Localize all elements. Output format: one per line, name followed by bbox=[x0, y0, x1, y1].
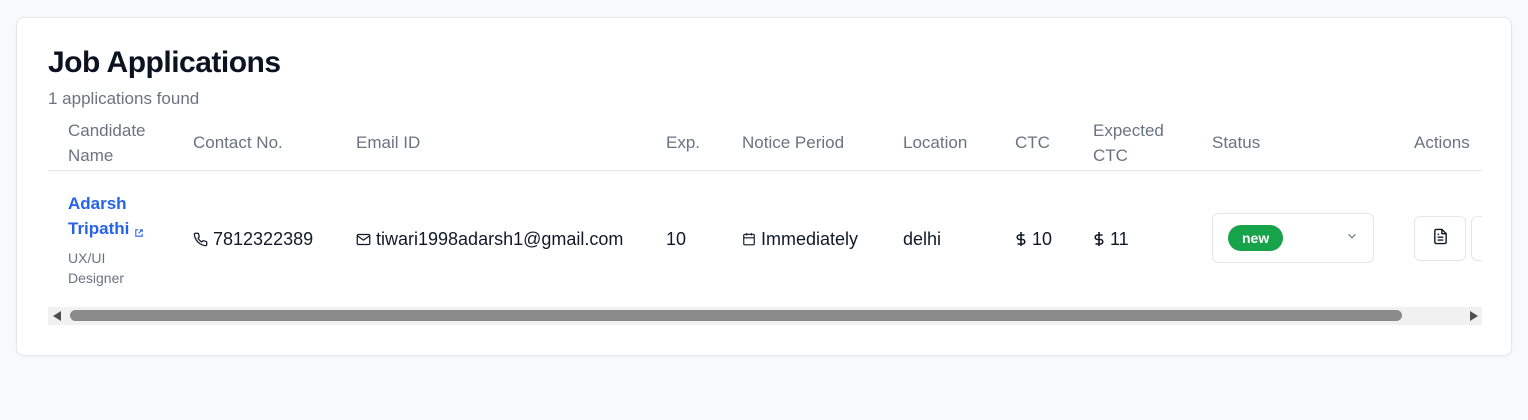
candidate-cell: Adarsh Tripathi UX/UI Designer bbox=[68, 191, 178, 288]
candidate-name-link[interactable]: Adarsh Tripathi bbox=[68, 194, 129, 238]
ctc-value: 10 bbox=[1032, 228, 1053, 249]
document-icon bbox=[1432, 228, 1449, 250]
page-title: Job Applications bbox=[48, 46, 281, 79]
header-status: Status bbox=[1212, 133, 1261, 152]
applications-table: Candidate Name Contact No. Email ID Exp.… bbox=[48, 114, 1482, 310]
chevron-down-icon bbox=[1345, 229, 1359, 248]
status-select[interactable]: new bbox=[1212, 213, 1374, 263]
notice-cell: Immediately bbox=[742, 171, 858, 307]
table-header: Candidate Name Contact No. Email ID Exp.… bbox=[48, 114, 1482, 171]
mail-icon bbox=[356, 232, 371, 247]
dollar-icon bbox=[1015, 231, 1027, 247]
header-email-id: Email ID bbox=[356, 133, 421, 152]
email-address: tiwari1998adarsh1@gmail.com bbox=[376, 228, 624, 249]
scrollbar-thumb[interactable] bbox=[70, 310, 1402, 321]
header-notice-period: Notice Period bbox=[742, 133, 845, 152]
calendar-icon bbox=[742, 232, 756, 246]
phone-icon bbox=[193, 232, 208, 247]
ctc-cell: 10 bbox=[1015, 171, 1052, 307]
view-resume-button[interactable] bbox=[1414, 216, 1466, 261]
expected-ctc-cell: 11 bbox=[1093, 171, 1129, 307]
status-badge: new bbox=[1228, 225, 1284, 251]
notice-period-value: Immediately bbox=[761, 228, 859, 249]
location-value: delhi bbox=[903, 228, 942, 249]
header-actions: Actions bbox=[1414, 133, 1470, 152]
horizontal-scrollbar[interactable] bbox=[48, 307, 1482, 325]
exp-value: 10 bbox=[666, 228, 687, 249]
candidate-role: UX/UI Designer bbox=[68, 250, 125, 286]
header-ctc: CTC bbox=[1015, 133, 1050, 152]
header-contact-no: Contact No. bbox=[193, 133, 283, 152]
header-expected-ctc: Expected CTC bbox=[1093, 120, 1164, 165]
results-count: 1 applications found bbox=[48, 89, 200, 108]
email-cell: tiwari1998adarsh1@gmail.com bbox=[356, 171, 623, 307]
contact-number: 7812322389 bbox=[213, 228, 314, 249]
expected-ctc-value: 11 bbox=[1110, 228, 1129, 249]
scroll-right-arrow[interactable] bbox=[1470, 311, 1478, 321]
contact-cell: 7812322389 bbox=[193, 171, 313, 307]
external-link-icon[interactable] bbox=[135, 224, 144, 242]
scroll-left-arrow[interactable] bbox=[53, 311, 61, 321]
header-location: Location bbox=[903, 133, 968, 152]
dollar-icon bbox=[1093, 231, 1105, 247]
header-candidate-name: Candidate Name bbox=[68, 120, 146, 165]
header-exp: Exp. bbox=[666, 133, 701, 152]
applications-card: Job Applications 1 applications found Ca… bbox=[16, 17, 1512, 356]
action-button-2[interactable] bbox=[1471, 216, 1482, 261]
table-row: Adarsh Tripathi UX/UI Designer 781232238… bbox=[48, 171, 1482, 307]
